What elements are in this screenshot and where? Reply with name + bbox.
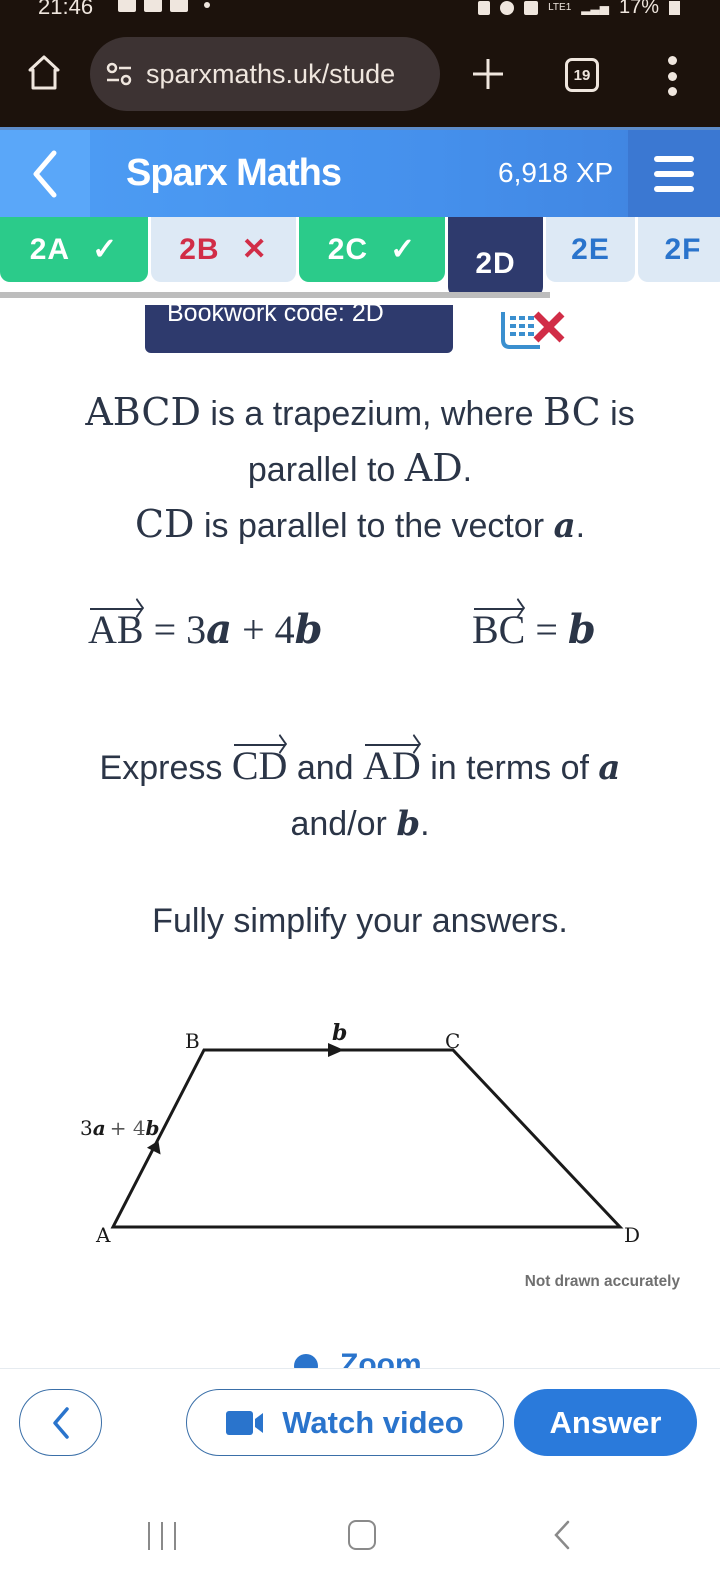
watch-video-button[interactable]: Watch video <box>186 1389 504 1456</box>
task-tabs: 2A ✓ 2B ✕ 2C ✓ 2D 2E 2F <box>0 217 720 297</box>
vertex-label-c: C <box>445 1029 460 1053</box>
app-header: Sparx Maths 6,918 XP <box>0 127 720 217</box>
question-line-4: Express CD and AD in terms of a <box>99 743 621 788</box>
tab-label: 2D <box>475 247 516 280</box>
tab-2c[interactable]: 2C ✓ <box>299 217 445 282</box>
facebook-notification-icon <box>170 0 188 12</box>
tab-2e[interactable]: 2E <box>546 217 635 282</box>
bottom-action-bar: Watch video Answer <box>0 1368 720 1478</box>
tab-label: 2A <box>29 232 71 266</box>
previous-button[interactable] <box>19 1389 102 1456</box>
tab-label: 2C <box>327 232 369 266</box>
check-icon: ✓ <box>92 233 119 266</box>
vector-bc: BC <box>472 607 526 652</box>
vector-bc-equation: BC = b <box>472 606 596 653</box>
vertex-label-d: D <box>624 1223 640 1247</box>
tab-2a[interactable]: 2A ✓ <box>0 217 148 282</box>
vector-ad: AD <box>363 743 421 788</box>
tab-count: 19 <box>573 66 591 84</box>
vector-ab: AB <box>88 607 144 652</box>
chevron-left-icon <box>52 1406 69 1439</box>
question-instruction: Fully simplify your answers. <box>152 902 568 940</box>
zoom-label: Zoom <box>340 1350 422 1370</box>
tab-2d[interactable]: 2D <box>448 217 543 297</box>
trapezium-diagram: B C A D 3a + 4b b Not drawn accurately <box>80 1020 681 1290</box>
address-bar[interactable]: sparxmaths.uk/stude <box>90 37 440 111</box>
answer-button[interactable]: Answer <box>514 1389 697 1456</box>
mute-icon <box>524 0 539 15</box>
tab-label: 2B <box>179 232 220 266</box>
question-line-1: ABCD is a trapezium, where BC is <box>85 390 635 434</box>
signal-icon: ▂▃▅ <box>581 0 609 15</box>
trapezium-shape <box>110 1048 624 1229</box>
battery-percent: 17% <box>618 0 659 18</box>
label-ab-vector: 3a + 4b <box>80 1116 160 1140</box>
alarm-icon <box>500 0 515 15</box>
bookwork-check-icon[interactable] <box>500 310 570 350</box>
home-icon[interactable] <box>24 52 64 92</box>
arrow-ab-icon <box>146 1140 161 1155</box>
system-nav-bar <box>0 1478 720 1577</box>
browser-toolbar: sparxmaths.uk/stude 19 <box>0 20 720 127</box>
bookwork-code-banner: Bookwork code: 2D <box>145 305 453 353</box>
gallery-notification-icon <box>118 0 136 12</box>
given-vectors: AB = 3a + 4b BC = b <box>0 606 720 666</box>
status-time: 21:46 <box>38 0 94 19</box>
vector-ab-equation: AB = 3a + 4b <box>88 606 323 653</box>
site-settings-icon[interactable] <box>104 59 134 89</box>
zoom-diagram-button[interactable]: Zoom <box>294 1350 434 1370</box>
tab-2f[interactable]: 2F <box>638 217 720 282</box>
tab-2b[interactable]: 2B ✕ <box>151 217 296 282</box>
question-line-3: CD is parallel to the vector a. <box>134 502 586 546</box>
question-line-2: parallel to AD. <box>247 446 473 490</box>
tab-label: 2F <box>664 232 702 266</box>
recycle-icon <box>478 0 491 15</box>
recent-apps-icon[interactable] <box>148 1522 176 1550</box>
header-back-button[interactable] <box>0 130 90 217</box>
watch-video-label: Watch video <box>282 1404 464 1440</box>
more-notifications-icon <box>204 2 210 8</box>
url-text[interactable]: sparxmaths.uk/stude <box>146 59 395 90</box>
battery-charging-icon <box>669 0 680 15</box>
snapchat-notification-icon <box>144 0 162 12</box>
browser-menu-icon[interactable] <box>662 56 682 96</box>
not-drawn-accurately-note: Not drawn accurately <box>525 1273 681 1290</box>
app-title: Sparx Maths <box>126 152 342 194</box>
vector-cd: CD <box>231 743 288 788</box>
tabs-scrollbar[interactable] <box>0 292 550 298</box>
back-nav-icon[interactable] <box>552 1520 572 1550</box>
status-bar: 21:46 LTE1 ▂▃▅ 17% <box>0 0 720 20</box>
vertex-label-b: B <box>185 1029 200 1053</box>
vertex-label-a: A <box>95 1223 111 1247</box>
check-icon: ✓ <box>390 233 417 266</box>
question-line-5: and/or b. <box>290 804 430 844</box>
hamburger-menu-icon[interactable] <box>628 130 720 217</box>
network-type: LTE1 <box>548 1 572 13</box>
tab-switcher-button[interactable]: 19 <box>565 58 599 92</box>
cross-icon: ✕ <box>241 233 268 266</box>
video-camera-icon <box>226 1410 264 1435</box>
xp-counter: 6,918 XP <box>498 157 614 188</box>
new-tab-icon[interactable] <box>470 56 506 92</box>
home-nav-icon[interactable] <box>348 1520 376 1550</box>
tab-label: 2E <box>571 232 610 266</box>
chevron-left-icon <box>33 150 57 197</box>
answer-label: Answer <box>549 1404 662 1440</box>
label-bc-vector: b <box>332 1020 347 1046</box>
bookwork-code-text: Bookwork code: 2D <box>167 305 384 327</box>
